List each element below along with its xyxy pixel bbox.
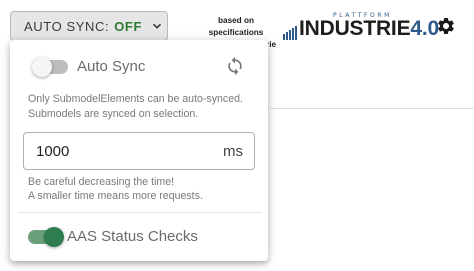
auto-sync-state: OFF — [114, 18, 143, 34]
sync-interval-input[interactable] — [36, 141, 206, 161]
status-checks-switch-thumb — [44, 227, 64, 247]
sync-interval-unit: ms — [223, 143, 243, 160]
sync-interval-hint-line-1: Be careful decreasing the time! — [28, 176, 175, 188]
chevron-down-icon — [152, 23, 162, 29]
refresh-icon[interactable] — [225, 56, 245, 76]
sync-interval-hint-line-2: A smaller time means more requests. — [28, 190, 203, 202]
auto-sync-menu: Auto Sync Only SubmodelElements can be a… — [10, 40, 268, 261]
status-checks-switch[interactable] — [28, 227, 64, 247]
auto-sync-switch-thumb — [32, 57, 52, 77]
sync-interval-hint: Be careful decreasing the time! A smalle… — [28, 175, 264, 203]
sync-interval-field: ms — [23, 132, 255, 170]
logo-version: 4.0 — [410, 17, 439, 40]
gear-icon[interactable] — [436, 16, 456, 36]
logo-bars-icon — [283, 26, 297, 40]
auto-sync-button-label: AUTO SYNC: — [24, 18, 110, 34]
auto-sync-switch[interactable] — [32, 57, 68, 77]
logo-word: INDUSTRIE — [299, 17, 411, 40]
logo-wordmark: INDUSTRIE4.0 — [299, 17, 439, 41]
industrie40-logo: PLATTFORM INDUSTRIE4.0 — [283, 12, 439, 42]
menu-divider — [18, 212, 262, 213]
background-divider — [270, 108, 474, 109]
auto-sync-label: Auto Sync — [77, 58, 146, 75]
auto-sync-hint: Only SubmodelElements can be auto-synced… — [28, 92, 264, 122]
auto-sync-button[interactable]: AUTO SYNC: OFF — [10, 11, 168, 41]
spec-line-1: based on specifications — [208, 16, 264, 37]
auto-sync-hint-line-2: Submodels are synced on selection. — [28, 108, 199, 120]
status-checks-label: AAS Status Checks — [67, 228, 198, 245]
auto-sync-hint-line-1: Only SubmodelElements can be auto-synced… — [28, 93, 243, 105]
